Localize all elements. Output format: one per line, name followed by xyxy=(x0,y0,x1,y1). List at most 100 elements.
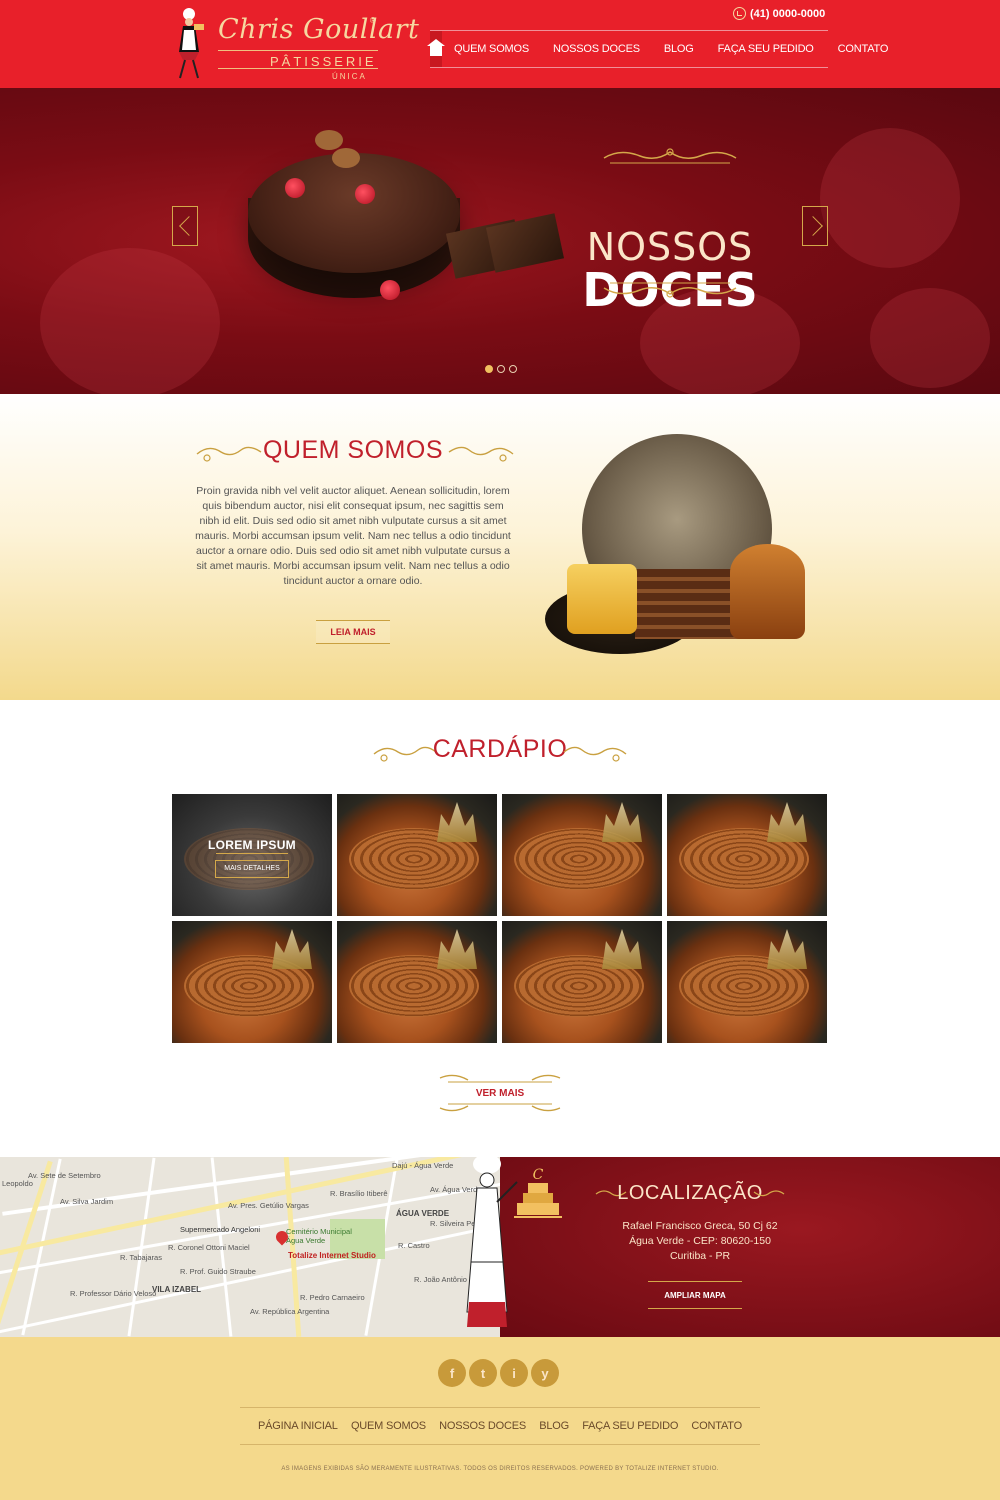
location-title: LOCALIZAÇÃO xyxy=(617,1182,763,1204)
svg-text:C: C xyxy=(533,1167,544,1183)
caramel-dessert xyxy=(730,544,805,639)
brand-tagline: ÚNICA xyxy=(332,72,367,81)
slider-next-button[interactable] xyxy=(802,206,828,246)
ornament-right-icon xyxy=(753,1190,785,1197)
address-line-2: Água Verde - CEP: 80620-150 xyxy=(629,1235,771,1247)
footer-nav: PÁGINA INICIAL QUEM SOMOS NOSSOS DOCES B… xyxy=(240,1407,760,1445)
map-label: ÁGUA VERDE xyxy=(396,1209,450,1218)
brand-logo[interactable]: Chris Goullart ® PÂTISSERIE ÚNICA xyxy=(172,4,419,82)
map-label: Av. República Argentina xyxy=(250,1307,330,1316)
background-dessert xyxy=(40,248,220,394)
slider-prev-button[interactable] xyxy=(172,206,199,246)
address-line-3: Curitiba - PR xyxy=(669,1250,731,1262)
nav-nossos-doces[interactable]: NOSSOS DOCES xyxy=(541,43,652,55)
menu-item[interactable] xyxy=(667,794,827,916)
raspberry-decoration xyxy=(285,178,305,198)
ornament-right-icon xyxy=(563,746,627,762)
slider-dot-1[interactable] xyxy=(485,365,493,373)
chocolate-cake-image xyxy=(248,153,460,273)
map-label: Leopoldo xyxy=(2,1179,33,1188)
location-address: Rafael Francisco Greca, 50 Cj 62 Água Ve… xyxy=(600,1219,800,1264)
about-section: QUEM SOMOS Proin gravida nibh vel velit … xyxy=(0,394,1000,700)
mais-detalhes-button[interactable]: MAIS DETALHES xyxy=(215,860,289,878)
background-dessert xyxy=(870,288,990,388)
slider-dot-3[interactable] xyxy=(509,365,517,373)
ver-mais-button[interactable]: VER MAIS xyxy=(434,1070,566,1116)
map-label: Supermercado Angeloni xyxy=(180,1225,261,1234)
hero-slider: NOSSOS DOCES xyxy=(0,88,1000,394)
crown-decoration xyxy=(437,929,477,969)
background-dessert xyxy=(820,128,960,268)
cake-logo-icon: C xyxy=(514,1167,562,1218)
location-map[interactable]: Dajú - Água Verde R. Brasílio Itiberê ÁG… xyxy=(0,1157,500,1337)
chevron-right-icon xyxy=(803,216,823,236)
ampliar-mapa-label: AMPLIAR MAPA xyxy=(664,1290,726,1300)
menu-grid: LOREM IPSUM MAIS DETALHES xyxy=(172,794,828,1043)
nav-home-button[interactable] xyxy=(427,31,445,67)
macaron-decoration xyxy=(332,148,360,168)
ampliar-mapa-button[interactable]: AMPLIAR MAPA xyxy=(648,1281,742,1309)
nav-blog[interactable]: BLOG xyxy=(652,43,706,55)
raspberry-decoration xyxy=(380,280,400,300)
home-icon xyxy=(427,39,445,56)
phone-contact[interactable]: (41) 0000-0000 xyxy=(733,7,825,20)
nav-contato[interactable]: CONTATO xyxy=(826,43,901,55)
map-label: R. Coronel Ottoni Maciel xyxy=(168,1243,250,1252)
map-label: Cemitério Municipal Água Verde xyxy=(286,1227,352,1245)
footer-nav-faca-seu-pedido[interactable]: FAÇA SEU PEDIDO xyxy=(582,1420,678,1432)
opera-cake-slice xyxy=(635,569,745,639)
map-label: R. Prof. Guido Straube xyxy=(180,1267,256,1276)
map-label: Av. Silva Jardim xyxy=(60,1197,114,1206)
instagram-icon[interactable]: i xyxy=(500,1359,528,1387)
map-label: R. Professor Dário Veloso xyxy=(70,1289,157,1298)
logo-divider xyxy=(218,50,378,51)
footer-nav-contato[interactable]: CONTATO xyxy=(691,1420,742,1432)
youtube-icon[interactable]: y xyxy=(531,1359,559,1387)
footer-nav-pagina-inicial[interactable]: PÁGINA INICIAL xyxy=(258,1420,338,1432)
social-links: f t i y xyxy=(438,1359,559,1387)
crown-decoration xyxy=(602,802,642,842)
map-label: Dajú - Água Verde xyxy=(392,1161,454,1170)
twitter-icon[interactable]: t xyxy=(469,1359,497,1387)
footer-nav-nossos-doces[interactable]: NOSSOS DOCES xyxy=(439,1420,526,1432)
slider-dot-2[interactable] xyxy=(497,365,505,373)
copyright-text: AS IMAGENS EXIBIDAS SÃO MERAMENTE ILUSTR… xyxy=(281,1466,719,1472)
menu-item[interactable] xyxy=(337,921,497,1043)
crown-decoration xyxy=(767,802,807,842)
site-header: Chris Goullart ® PÂTISSERIE ÚNICA (41) 0… xyxy=(0,0,1000,88)
footer-nav-quem-somos[interactable]: QUEM SOMOS xyxy=(351,1420,426,1432)
crown-decoration xyxy=(767,929,807,969)
menu-item[interactable] xyxy=(172,921,332,1043)
menu-item-title: LOREM IPSUM xyxy=(208,838,296,852)
leia-mais-button[interactable]: LEIA MAIS xyxy=(305,609,401,655)
nav-faca-seu-pedido[interactable]: FAÇA SEU PEDIDO xyxy=(706,43,826,55)
menu-item[interactable] xyxy=(502,921,662,1043)
menu-item[interactable] xyxy=(502,794,662,916)
ornament-bottom-icon xyxy=(603,282,737,298)
slider-pagination xyxy=(485,365,517,373)
leia-mais-label: LEIA MAIS xyxy=(316,620,390,644)
about-text: Proin gravida nibh vel velit auctor aliq… xyxy=(195,485,511,587)
facebook-icon[interactable]: f xyxy=(438,1359,466,1387)
main-nav: QUEM SOMOS NOSSOS DOCES BLOG FAÇA SEU PE… xyxy=(427,30,888,68)
map-label: Totalize Internet Studio xyxy=(288,1251,376,1260)
map-label: R. Tabajaras xyxy=(120,1253,162,1262)
crown-decoration xyxy=(272,929,312,969)
map-label: R. Castro xyxy=(398,1241,430,1250)
nav-quem-somos[interactable]: QUEM SOMOS xyxy=(442,43,541,55)
brand-subtitle: PÂTISSERIE xyxy=(270,54,377,69)
address-line-1: Rafael Francisco Greca, 50 Cj 62 xyxy=(622,1220,778,1232)
map-label: R. Brasílio Itiberê xyxy=(330,1189,388,1198)
menu-item[interactable] xyxy=(337,794,497,916)
crown-decoration xyxy=(602,929,642,969)
menu-item-featured[interactable]: LOREM IPSUM MAIS DETALHES xyxy=(172,794,332,916)
menu-item[interactable] xyxy=(667,921,827,1043)
footer-nav-blog[interactable]: BLOG xyxy=(539,1420,569,1432)
phone-icon xyxy=(733,7,746,20)
brand-name: Chris Goullart xyxy=(218,14,420,45)
raspberry-decoration xyxy=(355,184,375,204)
ornament-top-icon xyxy=(603,148,737,164)
ver-mais-label: VER MAIS xyxy=(475,1087,525,1099)
menu-item-divider xyxy=(216,853,288,854)
location-section: Dajú - Água Verde R. Brasílio Itiberê ÁG… xyxy=(0,1157,1000,1337)
